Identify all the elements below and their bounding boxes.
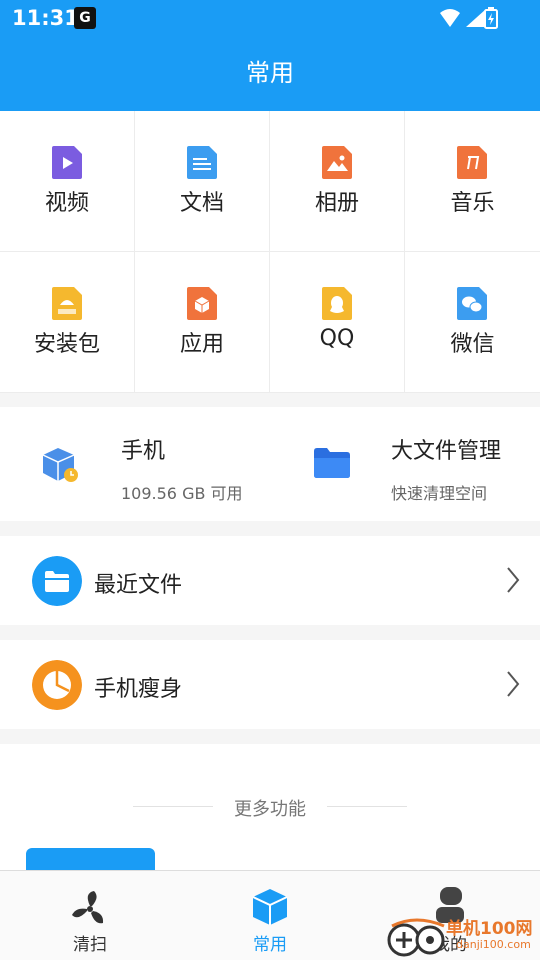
category-document[interactable]: 文档 (135, 111, 270, 252)
category-label: 应用 (179, 332, 224, 357)
category-label: 微信 (450, 332, 495, 357)
category-label: 相册 (314, 191, 359, 216)
divider (327, 806, 407, 807)
category-label: 音乐 (450, 191, 495, 216)
tab-label: 常用 (253, 935, 287, 955)
chevron-right-icon (507, 671, 520, 697)
document-file-icon (187, 146, 217, 179)
site-watermark: 单机100网 danji100.com (386, 912, 536, 958)
music-file-icon (457, 146, 487, 179)
more-features-section: 更多功能 (0, 744, 540, 878)
category-music[interactable]: 音乐 (405, 111, 540, 252)
category-video[interactable]: 视频 (0, 111, 135, 252)
category-grid: 视频 文档 相册 音乐 安装包 应用 QQ 微信 (0, 111, 540, 393)
category-label: 视频 (44, 191, 89, 216)
watermark-url: danji100.com (456, 938, 531, 951)
recent-files-row[interactable]: 最近文件 (0, 536, 540, 625)
notification-icon: G (74, 7, 96, 29)
page-title: 常用 (246, 59, 294, 87)
large-files-title: 大文件管理 (391, 439, 502, 464)
tab-clean[interactable]: 清扫 (30, 871, 150, 960)
category-album[interactable]: 相册 (270, 111, 405, 252)
storage-section: 手机 109.56 GB 可用 大文件管理 快速清理空间 (0, 407, 540, 521)
watermark-logo-icon (387, 918, 445, 957)
phone-storage-card[interactable]: 手机 109.56 GB 可用 (0, 407, 270, 521)
phone-storage-free: 109.56 GB 可用 (121, 484, 243, 503)
cube-icon (252, 889, 288, 925)
phone-slim-row[interactable]: 手机瘦身 (0, 640, 540, 729)
video-file-icon (52, 146, 82, 179)
category-qq[interactable]: QQ (270, 252, 405, 393)
tab-common[interactable]: 常用 (210, 871, 330, 960)
status-bar: 11:31 G (0, 0, 540, 36)
wechat-icon (457, 287, 487, 320)
tab-label: 清扫 (73, 935, 107, 955)
app-header: 常用 (0, 36, 540, 111)
phone-storage-title: 手机 (121, 439, 166, 464)
status-time: 11:31 (12, 6, 79, 30)
image-file-icon (322, 146, 352, 179)
category-wechat[interactable]: 微信 (405, 252, 540, 393)
category-app[interactable]: 应用 (135, 252, 270, 393)
category-apk[interactable]: 安装包 (0, 252, 135, 393)
folder-icon (314, 448, 350, 478)
category-label: 安装包 (33, 332, 100, 357)
chevron-right-icon (507, 567, 520, 593)
category-label: 文档 (179, 191, 224, 216)
more-features-title: 更多功能 (234, 799, 306, 820)
recent-files-icon (32, 556, 82, 606)
watermark-text: 单机100网 (446, 919, 533, 939)
phone-storage-icon (42, 448, 78, 482)
large-files-card[interactable]: 大文件管理 快速清理空间 (270, 407, 540, 521)
fan-icon (72, 891, 104, 924)
category-label: QQ (319, 326, 355, 351)
apk-file-icon (52, 287, 82, 320)
battery-icon (484, 7, 498, 29)
large-files-subtitle: 快速清理空间 (391, 484, 488, 503)
row-label: 最近文件 (94, 573, 183, 598)
qq-icon (322, 287, 352, 320)
row-label: 手机瘦身 (94, 677, 183, 702)
slim-pie-icon (32, 660, 82, 710)
app-file-icon (187, 287, 217, 320)
